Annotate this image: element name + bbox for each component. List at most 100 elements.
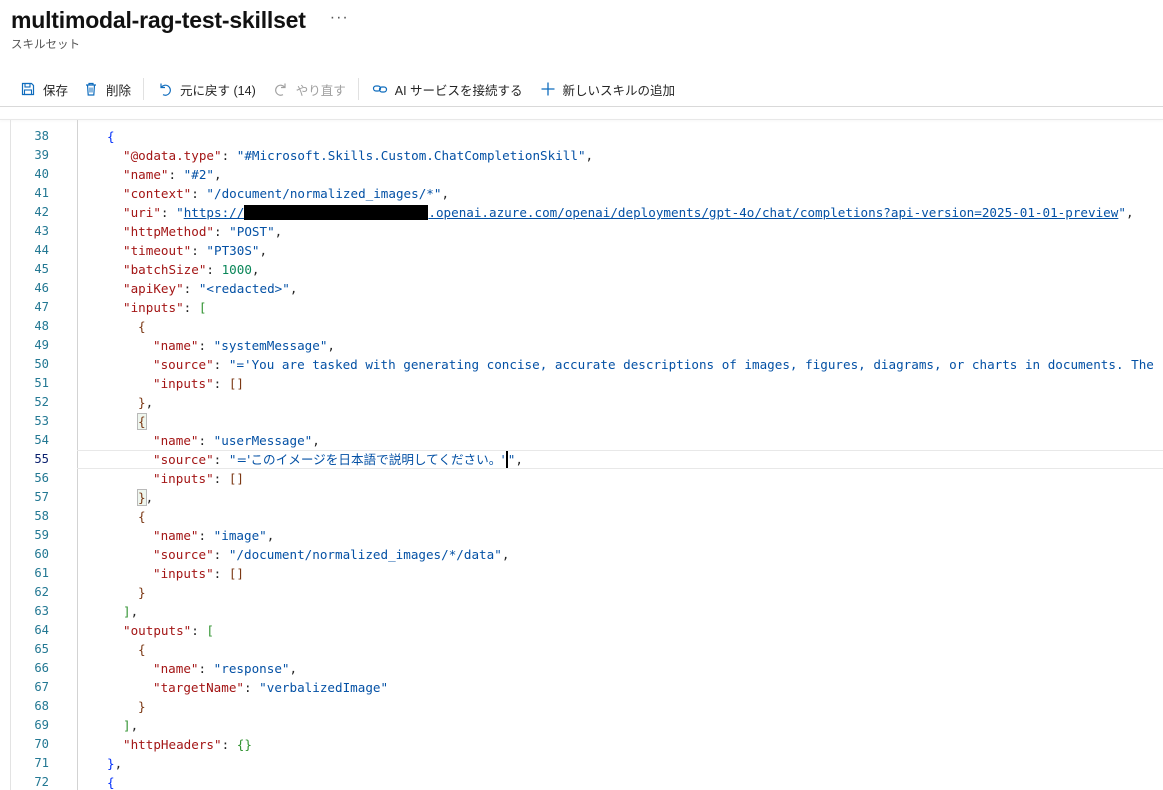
code-line: 39 "@odata.type": "#Microsoft.Skills.Cust…	[11, 146, 1163, 165]
code-text: "name": "image",	[153, 528, 275, 543]
toolbar-divider	[357, 78, 359, 100]
undo-icon	[156, 80, 174, 98]
code-text: }	[138, 699, 146, 714]
code-line: 38 {	[11, 127, 1163, 146]
line-number: 53	[34, 414, 49, 428]
line-number: 60	[34, 547, 49, 561]
code-line: 43 "httpMethod": "POST",	[11, 222, 1163, 241]
code-text: "inputs": []	[153, 471, 245, 486]
code-text: "inputs": []	[153, 376, 245, 391]
code-line: 58 {	[11, 507, 1163, 526]
code-text: "inputs": []	[153, 566, 245, 581]
code-line: 46 "apiKey": "<redacted>",	[11, 279, 1163, 298]
code-text: ],	[123, 604, 139, 619]
code-text: {	[138, 319, 146, 334]
code-text: "httpMethod": "POST",	[123, 224, 283, 239]
redo-button[interactable]: やり直す	[268, 76, 350, 102]
add-skill-button[interactable]: 新しいスキルの追加	[535, 76, 680, 102]
line-number: 49	[34, 338, 49, 352]
code-line: 63],	[11, 602, 1163, 621]
code-text: "name": "systemMessage",	[153, 338, 335, 353]
code-line: 54 "name": "userMessage",	[11, 431, 1163, 450]
add-skill-label: 新しいスキルの追加	[562, 83, 676, 98]
code-text: "@odata.type": "#Microsoft.Skills.Custom…	[123, 148, 594, 163]
connect-ai-service-button[interactable]: AI サービスを接続する	[367, 76, 527, 102]
code-text: },	[138, 395, 154, 410]
plus-icon	[539, 80, 557, 98]
code-text: {	[138, 642, 146, 657]
code-line: 71},	[11, 754, 1163, 773]
code-line: 67 "targetName": "verbalizedImage"	[11, 678, 1163, 697]
code-text: "source": "='このイメージを日本語で説明してください。' ",	[153, 451, 523, 468]
code-text: "targetName": "verbalizedImage"	[153, 680, 389, 695]
code-line: 51 "inputs": []	[11, 374, 1163, 393]
redo-icon	[272, 80, 290, 98]
line-number: 58	[34, 509, 49, 523]
code-text: "httpHeaders": {}	[123, 737, 252, 752]
code-line: 56 "inputs": []	[11, 469, 1163, 488]
code-line: 61 "inputs": []	[11, 564, 1163, 583]
code-text: ],	[123, 718, 139, 733]
code-line: 70 "httpHeaders": {}	[11, 735, 1163, 754]
line-number: 67	[34, 680, 49, 694]
page-subtitle: スキルセット	[11, 39, 80, 51]
code-line: 59 "name": "image",	[11, 526, 1163, 545]
line-number: 69	[34, 718, 49, 732]
code-line-active[interactable]: 55 "source": "='このイメージを日本語で説明してください。' ",	[11, 450, 1163, 469]
code-line: 50 "source": "='You are tasked with gener…	[11, 355, 1163, 374]
line-number: 66	[34, 661, 49, 675]
uri-link[interactable]: https://.openai.azure.com/openai/deploym…	[184, 205, 1118, 220]
code-text: },	[107, 756, 123, 771]
code-text: "outputs": [	[123, 623, 215, 638]
connect-ai-service-label: AI サービスを接続する	[394, 83, 523, 98]
code-text: {	[107, 129, 115, 144]
code-line: 48 {	[11, 317, 1163, 336]
json-code-editor[interactable]: 38 { 39 "@odata.type": "#Microsoft.Skills.…	[10, 120, 1163, 790]
line-number: 65	[34, 642, 49, 656]
code-line: 47 "inputs": [	[11, 298, 1163, 317]
toolbar-divider	[143, 78, 145, 100]
line-number: 62	[34, 585, 49, 599]
link-icon	[371, 80, 389, 98]
code-text: "timeout": "PT30S",	[123, 243, 268, 258]
line-number: 57	[34, 490, 49, 504]
code-line: 42 "uri": "https://.openai.azure.com/open…	[11, 203, 1163, 222]
code-line: 66 "name": "response",	[11, 659, 1163, 678]
delete-button[interactable]: 削除	[78, 76, 135, 102]
line-number: 52	[34, 395, 49, 409]
line-number: 72	[34, 775, 49, 789]
line-number: 40	[34, 167, 49, 181]
code-line: 41 "context": "/document/normalized_image…	[11, 184, 1163, 203]
code-line: 44 "timeout": "PT30S",	[11, 241, 1163, 260]
save-label: 保存	[43, 83, 69, 98]
line-number: 55	[34, 452, 49, 466]
code-text: "apiKey": "<redacted>",	[123, 281, 298, 296]
save-button[interactable]: 保存	[15, 76, 72, 102]
line-number: 61	[34, 566, 49, 580]
code-line: 40 "name": "#2",	[11, 165, 1163, 184]
code-line: 57},	[11, 488, 1163, 507]
code-text: "name": "#2",	[123, 167, 222, 182]
code-lines: 38 { 39 "@odata.type": "#Microsoft.Skills.…	[11, 127, 1163, 790]
more-actions-button[interactable]: ···	[330, 9, 349, 27]
code-line: 45 "batchSize": 1000,	[11, 260, 1163, 279]
redacted-block	[244, 205, 429, 220]
undo-button[interactable]: 元に戻す (14)	[152, 76, 260, 102]
code-line: 68}	[11, 697, 1163, 716]
code-line: 65 {	[11, 640, 1163, 659]
code-line: 52},	[11, 393, 1163, 412]
code-text: },	[137, 489, 154, 506]
code-text: {	[138, 509, 146, 524]
line-number: 38	[34, 129, 49, 143]
line-number: 41	[34, 186, 49, 200]
code-text: "name": "userMessage",	[153, 433, 320, 448]
redo-label: やり直す	[295, 83, 346, 98]
command-toolbar: 保存 削除 元に戻す (14) やり直す AI サービスを接続する 新しいスキル…	[15, 76, 679, 102]
code-text: "name": "response",	[153, 661, 298, 676]
line-number: 56	[34, 471, 49, 485]
line-number: 50	[34, 357, 49, 371]
line-number: 64	[34, 623, 49, 637]
line-number: 46	[34, 281, 49, 295]
code-text: "batchSize": 1000,	[123, 262, 260, 277]
code-line: 53 {	[11, 412, 1163, 431]
